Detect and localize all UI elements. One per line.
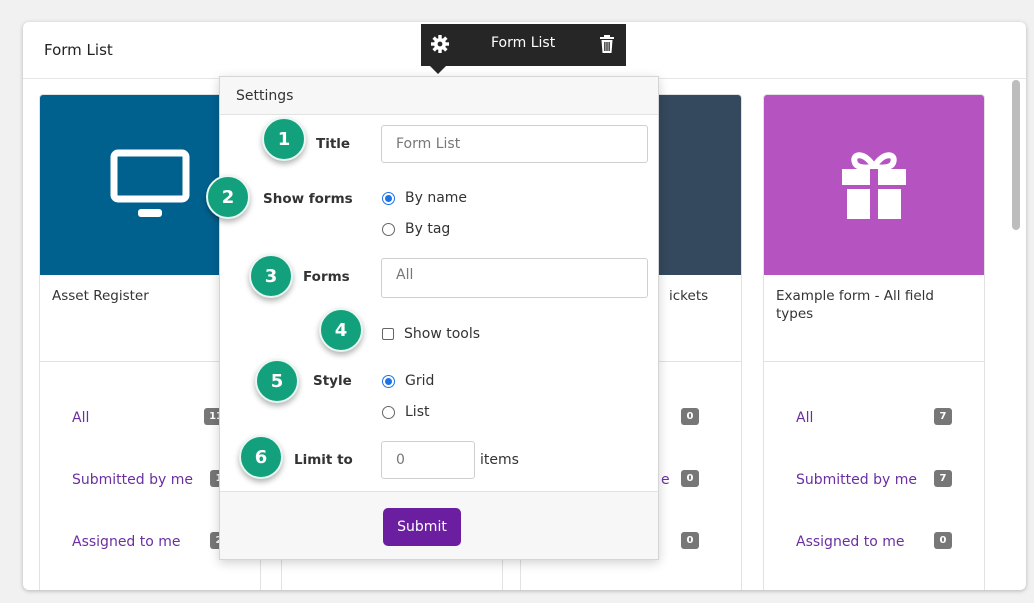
count-badge: 0 — [934, 532, 952, 549]
settings-header: Settings — [220, 77, 658, 115]
count-badge: 0 — [681, 470, 699, 487]
radio-list[interactable] — [382, 405, 395, 419]
radio-by-name[interactable] — [382, 191, 395, 205]
radio-by-tag[interactable] — [382, 222, 395, 236]
title-input[interactable]: Form List — [381, 125, 648, 163]
limit-input[interactable]: 0 — [381, 441, 475, 479]
step-marker-5: 5 — [255, 359, 299, 403]
limit-suffix: items — [480, 452, 519, 468]
style-label: Style — [313, 373, 352, 389]
style-list-option[interactable]: List — [382, 404, 429, 420]
link-submitted-by-me[interactable]: e — [661, 472, 670, 488]
scrollbar[interactable] — [1012, 80, 1020, 230]
count-badge: 0 — [681, 408, 699, 425]
show-forms-by-tag-option[interactable]: By tag — [382, 221, 450, 237]
style-grid-option[interactable]: Grid — [382, 373, 434, 389]
option-label: By tag — [405, 221, 451, 237]
option-label: Grid — [405, 373, 435, 389]
step-marker-2: 2 — [206, 175, 250, 219]
option-label: By name — [405, 190, 468, 206]
card-thumbnail[interactable] — [764, 95, 984, 275]
limit-label: Limit to — [294, 452, 353, 468]
show-forms-label: Show forms — [263, 191, 353, 207]
title-label: Title — [316, 136, 351, 152]
submit-button[interactable]: Submit — [383, 508, 461, 546]
show-forms-by-name-option[interactable]: By name — [382, 190, 467, 206]
link-all[interactable]: All — [796, 410, 813, 426]
gear-icon[interactable] — [430, 34, 450, 58]
monitor-icon — [110, 149, 190, 217]
form-card-example-form[interactable]: Example form - All field types All 7 Subm… — [763, 94, 985, 590]
step-marker-6: 6 — [239, 435, 283, 479]
forms-select[interactable]: All — [381, 258, 648, 298]
trash-icon[interactable] — [599, 34, 615, 58]
show-tools-checkbox[interactable] — [382, 328, 394, 340]
count-badge: 7 — [934, 408, 952, 425]
option-label: List — [405, 404, 430, 420]
link-all[interactable]: All — [72, 410, 89, 426]
step-marker-3: 3 — [249, 254, 293, 298]
step-marker-4: 4 — [319, 308, 363, 352]
link-submitted-by-me[interactable]: Submitted by me — [796, 472, 917, 488]
option-label: Show tools — [404, 326, 481, 342]
count-badge: 0 — [681, 532, 699, 549]
link-submitted-by-me[interactable]: Submitted by me — [72, 472, 193, 488]
toolbar-pointer — [430, 66, 446, 74]
radio-grid[interactable] — [382, 374, 395, 388]
block-toolbar: Form List — [421, 24, 626, 74]
card-name[interactable]: Example form - All field types — [764, 275, 984, 362]
step-marker-1: 1 — [262, 117, 306, 161]
forms-label: Forms — [303, 269, 350, 285]
count-badge: 7 — [934, 470, 952, 487]
toolbar-title: Form List — [491, 35, 556, 51]
show-tools-option[interactable]: Show tools — [382, 326, 480, 342]
panel-title: Form List — [44, 41, 113, 59]
link-assigned-to-me[interactable]: Assigned to me — [72, 534, 181, 550]
gift-icon — [842, 152, 906, 219]
link-assigned-to-me[interactable]: Assigned to me — [796, 534, 905, 550]
